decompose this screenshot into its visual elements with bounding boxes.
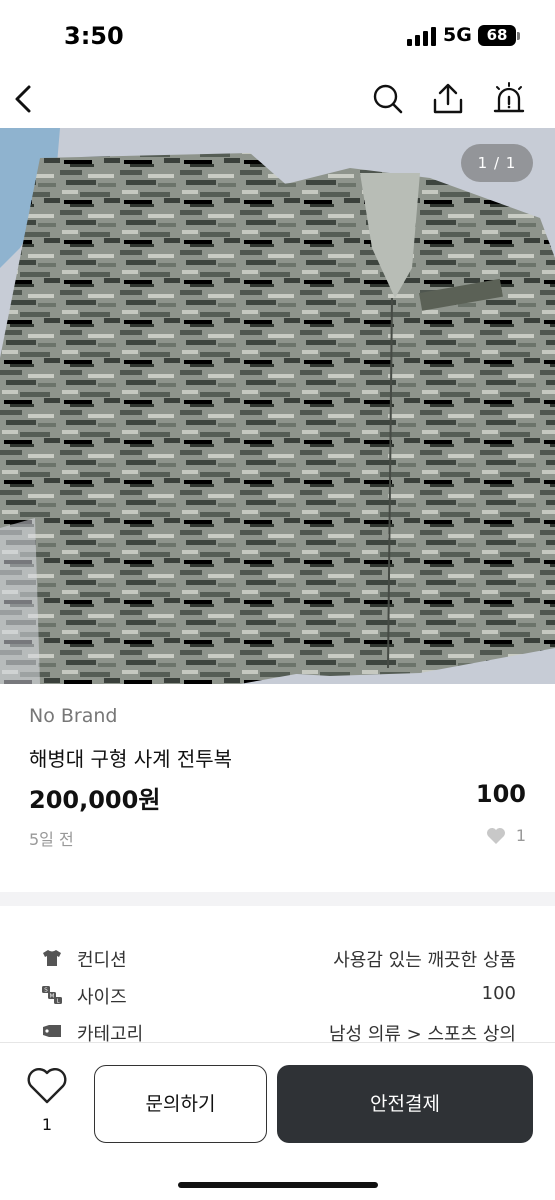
battery-icon: 68 xyxy=(478,25,516,46)
tag-icon xyxy=(43,1025,61,1037)
back-button[interactable] xyxy=(2,78,44,120)
safe-payment-button[interactable]: 안전결제 xyxy=(277,1065,533,1143)
size-sml-icon: S M L xyxy=(42,986,62,1005)
share-button[interactable] xyxy=(427,78,469,120)
shirt-icon xyxy=(43,950,61,966)
svg-text:S: S xyxy=(44,988,48,994)
detail-row-size: S M L 사이즈 100 xyxy=(0,977,555,1013)
detail-label: 사이즈 xyxy=(77,987,127,1008)
share-icon xyxy=(433,83,463,114)
status-bar: 3:50 5G 68 xyxy=(0,0,555,70)
search-icon xyxy=(373,84,403,114)
status-time: 3:50 xyxy=(64,22,124,50)
detail-row-condition: 컨디션 사용감 있는 깨끗한 상품 xyxy=(0,940,555,976)
svg-text:M: M xyxy=(50,994,55,1000)
detail-label: 컨디션 xyxy=(77,950,127,971)
detail-value: 100 xyxy=(481,983,516,1004)
signal-icon xyxy=(407,26,437,46)
section-divider xyxy=(0,892,555,906)
like-count: 1 xyxy=(486,826,526,845)
favorite-count: 1 xyxy=(41,1115,53,1134)
camouflage-uniform-image xyxy=(0,128,555,684)
product-title: 해병대 구형 사계 전투복 xyxy=(29,747,233,771)
home-indicator xyxy=(178,1182,378,1188)
battery-tip xyxy=(517,32,520,40)
chevron-left-icon xyxy=(15,85,31,113)
bottom-action-bar: 1 문의하기 안전결제 xyxy=(0,1042,555,1200)
search-button[interactable] xyxy=(367,78,409,120)
photo-counter: 1 / 1 xyxy=(461,144,533,182)
heart-icon xyxy=(486,827,505,844)
report-button[interactable] xyxy=(488,78,530,120)
nav-bar xyxy=(0,70,555,128)
heart-outline-icon xyxy=(27,1068,67,1104)
inquiry-button[interactable]: 문의하기 xyxy=(94,1065,267,1143)
product-price: 200,000원 xyxy=(29,786,161,814)
detail-value: 사용감 있는 깨끗한 상품 xyxy=(333,950,516,971)
brand-name[interactable]: No Brand xyxy=(29,705,117,727)
network-label: 5G xyxy=(443,24,472,46)
alarm-siren-icon xyxy=(493,82,525,113)
like-count-value: 1 xyxy=(515,826,526,845)
product-photo[interactable]: 1 / 1 xyxy=(0,128,555,684)
favorite-button[interactable]: 1 xyxy=(22,1067,72,1147)
posted-time: 5일 전 xyxy=(29,830,74,849)
product-size: 100 xyxy=(475,780,526,808)
